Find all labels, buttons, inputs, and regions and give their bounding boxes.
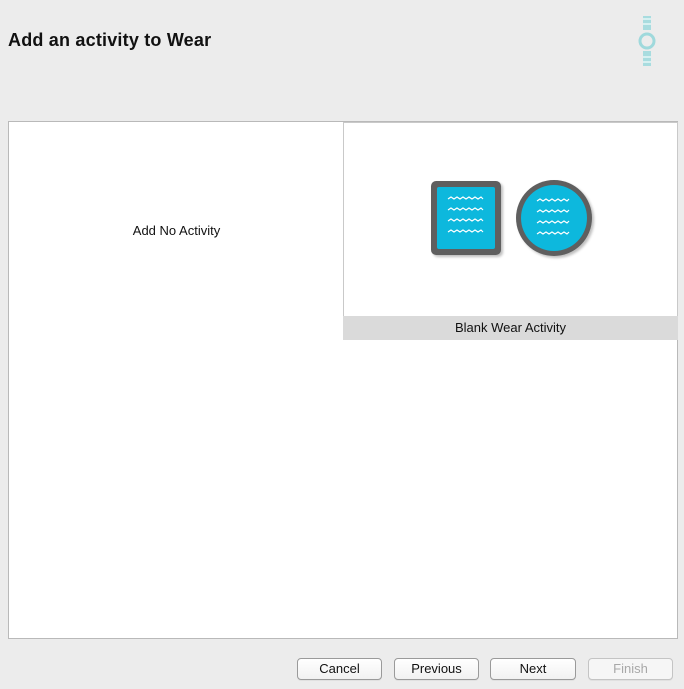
android-wear-icon [637,16,657,66]
new-module-wizard-window: Add an activity to Wear Add No Activity [0,0,684,689]
wear-activity-preview-icon [344,123,677,316]
gallery-item-blank-wear-activity[interactable]: Blank Wear Activity [343,122,678,340]
wizard-button-bar: Cancel Previous Next Finish [0,658,684,682]
activity-gallery: Add No Activity Blank Wear Activity [8,121,678,639]
cancel-button[interactable]: Cancel [297,658,382,680]
finish-button: Finish [588,658,673,680]
page-title: Add an activity to Wear [8,30,212,50]
gallery-item-label: Add No Activity [132,223,221,238]
gallery-item-add-no-activity[interactable]: Add No Activity [9,122,344,339]
gallery-item-label: Blank Wear Activity [343,316,678,340]
next-button[interactable]: Next [490,658,576,680]
previous-button[interactable]: Previous [394,658,479,680]
